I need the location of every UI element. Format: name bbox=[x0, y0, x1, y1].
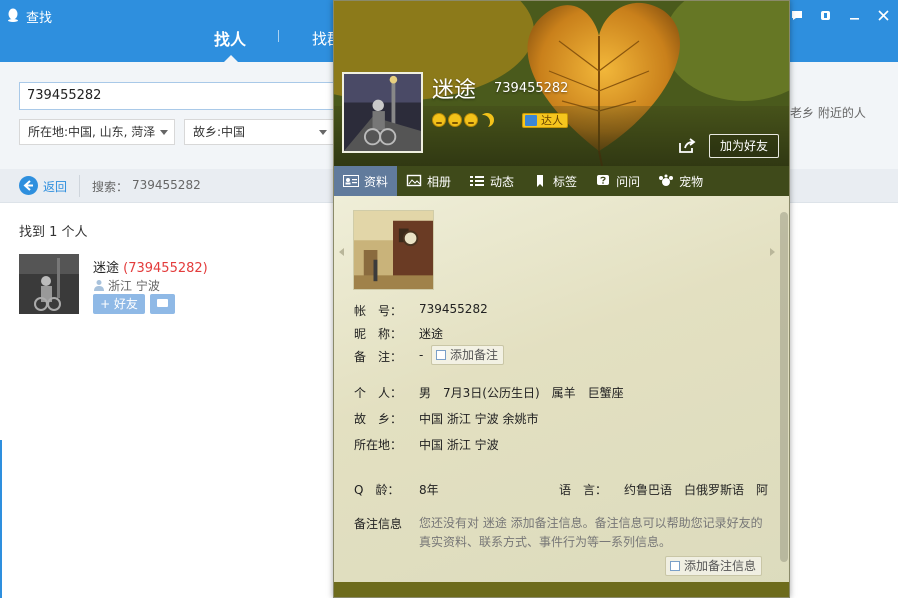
profile-info-content: 帐 号： 739455282 昵 称： 迷途 备 注： - 添加备注 个 人： … bbox=[334, 196, 789, 597]
note-info-label: 备注信息 bbox=[354, 517, 403, 531]
chevron-down-icon bbox=[160, 130, 168, 135]
add-note-info-label: 添加备注信息 bbox=[684, 559, 757, 573]
daren-badge-label: 达人 bbox=[541, 114, 563, 127]
result-avatar[interactable] bbox=[19, 254, 79, 314]
add-remark-label: 添加备注 bbox=[450, 348, 499, 362]
tab-album-label: 相册 bbox=[427, 174, 452, 189]
qq-level-icons bbox=[432, 113, 494, 127]
tab-wenwen-label: 问问 bbox=[616, 174, 641, 189]
daren-icon bbox=[525, 115, 537, 126]
hometown-filter-select[interactable]: 故乡:中国 bbox=[184, 119, 334, 145]
chat-bubble-icon bbox=[157, 299, 168, 307]
nickname-label: 昵 称： bbox=[354, 327, 403, 341]
tab-find-people[interactable]: 找人 bbox=[214, 26, 246, 50]
window-title: 查找 bbox=[26, 11, 53, 26]
skin-icon[interactable] bbox=[811, 0, 840, 30]
search-crumb-value: 739455282 bbox=[132, 178, 201, 192]
remark-value: - bbox=[419, 348, 424, 362]
remark-label: 备 注： bbox=[354, 350, 403, 364]
profile-avatar[interactable] bbox=[342, 72, 423, 153]
sun-level-icon bbox=[464, 113, 478, 127]
tab-wenwen[interactable]: 问问 bbox=[586, 166, 649, 196]
account-value: 739455282 bbox=[419, 302, 488, 316]
user-icon bbox=[94, 280, 104, 291]
feed-list-icon bbox=[470, 176, 485, 186]
profile-card-icon bbox=[343, 175, 359, 187]
result-location-text: 浙江 宁波 bbox=[108, 279, 160, 293]
chevron-down-icon bbox=[319, 130, 327, 135]
tab-album[interactable]: 相册 bbox=[397, 166, 460, 196]
location-filter-value: 所在地:中国, 山东, 菏泽 bbox=[28, 125, 156, 139]
daren-badge[interactable]: 达人 bbox=[522, 113, 568, 128]
tab-pet[interactable]: 宠物 bbox=[649, 166, 712, 196]
personal-value: 男 7月3日(公历生日) 属羊 巨蟹座 bbox=[419, 386, 624, 400]
profile-nickname: 迷途 bbox=[432, 78, 477, 103]
window-edge-accent bbox=[0, 440, 2, 598]
qq-logo-icon bbox=[8, 8, 18, 22]
panel-bottom-bar bbox=[334, 582, 789, 597]
language-label: 语 言： bbox=[559, 483, 608, 497]
result-count: 找到 1 个人 bbox=[19, 225, 88, 240]
hometown-filter-value: 故乡:中国 bbox=[193, 125, 246, 139]
add-remark-button[interactable]: 添加备注 bbox=[431, 345, 505, 365]
location-value: 中国 浙江 宁波 bbox=[419, 438, 499, 452]
result-qq-number: (739455282) bbox=[123, 261, 208, 276]
account-label: 帐 号： bbox=[354, 304, 403, 318]
result-location: 浙江 宁波 bbox=[93, 277, 160, 294]
profile-panel: 迷途 739455282 达人 加为好友 资料 相册 动态 标签 问问 宠物 帐… bbox=[333, 0, 790, 598]
window-controls bbox=[782, 0, 898, 30]
active-tab-indicator bbox=[224, 55, 238, 62]
minimize-icon[interactable] bbox=[840, 0, 869, 30]
sun-level-icon bbox=[432, 113, 446, 127]
nav-divider bbox=[79, 175, 80, 197]
add-friend-button[interactable]: + 好友 bbox=[93, 294, 145, 314]
location-label: 所在地： bbox=[354, 438, 403, 452]
profile-qq-number: 739455282 bbox=[494, 81, 569, 96]
result-nickname-text: 迷途 bbox=[93, 261, 120, 276]
search-crumb-label: 搜索： bbox=[92, 180, 129, 194]
close-icon[interactable] bbox=[869, 0, 898, 30]
profile-tabs: 资料 相册 动态 标签 问问 宠物 bbox=[334, 166, 789, 196]
qage-label: Q 龄： bbox=[354, 483, 400, 497]
note-info-description: 您还没有对 迷途 添加备注信息。备注信息可以帮助您记录好友的真实资料、联系方式、… bbox=[419, 516, 763, 549]
note-edit-icon bbox=[670, 561, 680, 571]
nickname-value: 迷途 bbox=[419, 327, 444, 341]
tab-feed-label: 动态 bbox=[490, 174, 515, 189]
moon-level-icon bbox=[480, 113, 494, 127]
profile-photo[interactable] bbox=[353, 210, 434, 290]
tab-pet-label: 宠物 bbox=[679, 174, 704, 189]
search-input[interactable]: 739455282 bbox=[19, 82, 349, 110]
tab-profile-info-label: 资料 bbox=[364, 174, 389, 189]
add-note-info-button[interactable]: 添加备注信息 bbox=[665, 556, 763, 576]
personal-label: 个 人： bbox=[354, 386, 403, 400]
scrollbar-thumb[interactable] bbox=[780, 212, 788, 562]
add-friend-profile-button[interactable]: 加为好友 bbox=[709, 134, 779, 158]
note-edit-icon bbox=[436, 350, 446, 360]
result-nickname[interactable]: 迷途 (739455282) bbox=[93, 257, 208, 276]
share-icon[interactable] bbox=[678, 138, 696, 154]
back-button[interactable]: 返回 bbox=[43, 178, 67, 195]
chevron-right-icon[interactable] bbox=[770, 248, 775, 256]
tab-feed[interactable]: 动态 bbox=[460, 166, 523, 196]
language-value: 约鲁巴语 白俄罗斯语 阿 bbox=[624, 483, 769, 497]
tag-icon bbox=[537, 175, 544, 187]
tab-separator bbox=[278, 30, 279, 42]
tab-profile-info[interactable]: 资料 bbox=[334, 166, 398, 196]
tab-tags-label: 标签 bbox=[553, 174, 578, 189]
hometown-value: 中国 浙江 宁波 余姚市 bbox=[419, 412, 539, 426]
quick-filter-links[interactable]: 老乡 附近的人 bbox=[790, 104, 866, 121]
send-message-button[interactable] bbox=[150, 294, 175, 314]
tab-tags[interactable]: 标签 bbox=[523, 166, 586, 196]
pet-icon bbox=[659, 174, 674, 186]
qage-value: 8年 bbox=[419, 483, 439, 497]
find-window: 查找 找人 找群 739455282 所在地:中国, 山东, 菏泽 故乡:中国 … bbox=[0, 0, 898, 598]
back-arrow-icon[interactable] bbox=[19, 176, 38, 195]
chevron-left-icon[interactable] bbox=[339, 248, 344, 256]
hometown-label: 故 乡： bbox=[354, 412, 403, 426]
location-filter-select[interactable]: 所在地:中国, 山东, 菏泽 bbox=[19, 119, 175, 145]
sun-level-icon bbox=[448, 113, 462, 127]
question-icon bbox=[597, 175, 610, 185]
album-icon bbox=[406, 174, 422, 187]
